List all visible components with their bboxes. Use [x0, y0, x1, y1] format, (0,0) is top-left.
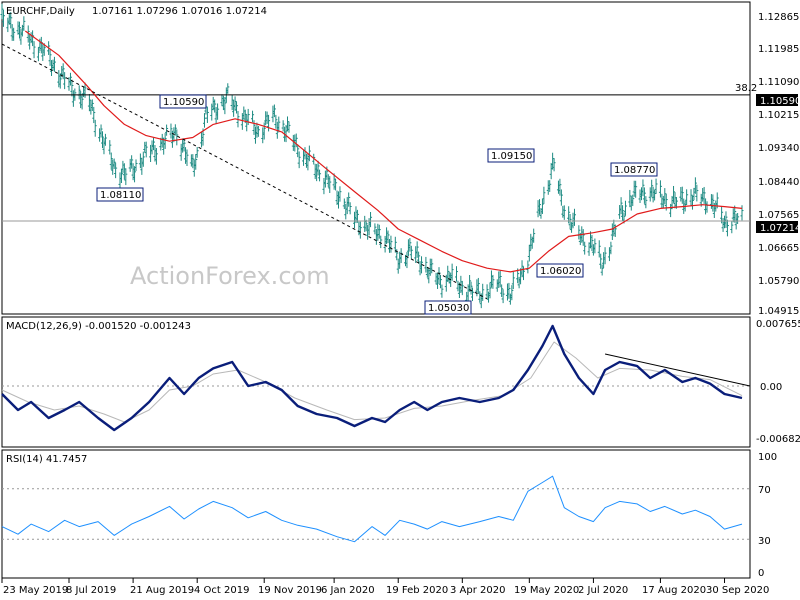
macd-zero-label: 0.00: [760, 382, 782, 393]
price-ohlc-values: 1.07161 1.07296 1.07016 1.07214: [92, 6, 267, 17]
level-price-text: 1.10590: [760, 96, 800, 107]
rsi-y-tick: 100: [758, 452, 777, 463]
price-y-tick: 1.07565: [758, 210, 799, 221]
rsi-y-axis: 100 70 30 0: [758, 452, 777, 579]
price-bar: [526, 260, 530, 274]
macd-y-tick: 0.007655: [756, 319, 800, 330]
price-bar: [202, 113, 206, 128]
eurchf-chart: ActionForex.com EURCHF,Daily 1.07161 1.0…: [0, 1, 800, 596]
price-bar: [740, 205, 744, 221]
annotation-label: 1.10590: [163, 97, 204, 108]
rsi-y-tick: 30: [758, 536, 771, 547]
price-y-tick: 1.11985: [758, 44, 799, 55]
annotation-label: 1.08770: [614, 165, 655, 176]
price-y-tick: 1.11090: [758, 77, 799, 88]
x-tick-label: 3 Apr 2020: [450, 585, 505, 596]
macd-panel-frame: [1, 316, 751, 448]
macd-trendline: [604, 353, 751, 387]
x-tick-label: 4 Oct 2019: [194, 585, 249, 596]
price-y-tick: 1.10215: [758, 110, 799, 121]
macd-y-tick: -0.006822: [756, 434, 800, 445]
x-axis: 23 May 2019 8 Jul 2019 21 Aug 2019 4 Oct…: [1, 578, 769, 596]
price-y-tick: 1.04915: [758, 306, 799, 317]
x-tick-label: 23 May 2019: [3, 585, 68, 596]
x-tick-label: 21 Aug 2019: [130, 585, 194, 596]
price-y-tick: 1.08440: [758, 177, 799, 188]
x-tick-label: 2 Jul 2020: [578, 585, 628, 596]
x-tick-label: 6 Jan 2020: [321, 585, 375, 596]
rsi-lines: [1, 475, 750, 543]
x-tick-label: 30 Sep 2020: [706, 585, 769, 596]
current-price-text: 1.07214: [760, 223, 800, 234]
annotation-label: 1.08110: [100, 190, 141, 201]
price-panel-title: EURCHF,Daily: [6, 6, 75, 17]
x-tick-label: 17 Aug 2020: [642, 585, 706, 596]
x-tick-label: 19 Feb 2020: [386, 585, 448, 596]
watermark: ActionForex.com: [130, 262, 330, 290]
price-y-tick: 1.05790: [758, 276, 799, 287]
rsi-line: [1, 475, 743, 543]
annotation-label: 1.06020: [540, 266, 581, 277]
level-fib-label: 38.2: [735, 83, 757, 94]
x-tick-label: 19 Nov 2019: [258, 585, 322, 596]
price-y-tick: 1.06665: [758, 243, 799, 254]
price-bars: [0, 3, 744, 309]
macd-signal-line: [1, 341, 743, 423]
price-y-tick: 1.09340: [758, 143, 799, 154]
moving-average-line: [24, 30, 743, 273]
price-bar: [108, 140, 112, 155]
price-trendline: [1, 43, 488, 300]
rsi-panel-title: RSI(14) 41.7457: [6, 454, 87, 465]
price-bar: [730, 220, 734, 234]
price-y-tick: 1.12865: [758, 12, 799, 23]
rsi-panel-frame: [1, 449, 751, 579]
macd-panel-title: MACD(12,26,9) -0.001520 -0.001243: [6, 321, 191, 332]
annotation-label: 1.09150: [491, 151, 532, 162]
price-panel-frame: [1, 1, 751, 315]
x-tick-label: 19 May 2020: [514, 585, 579, 596]
macd-main-line: [1, 324, 743, 432]
x-tick-label: 8 Jul 2019: [66, 585, 116, 596]
rsi-y-tick: 70: [758, 485, 771, 496]
macd-lines: [1, 324, 751, 432]
price-bar: [454, 266, 458, 282]
rsi-y-tick: 0: [758, 568, 764, 579]
price-y-axis: 1.12865 1.11985 1.11090 1.10215 1.09340 …: [758, 12, 799, 317]
annotation-label: 1.05030: [428, 303, 469, 314]
